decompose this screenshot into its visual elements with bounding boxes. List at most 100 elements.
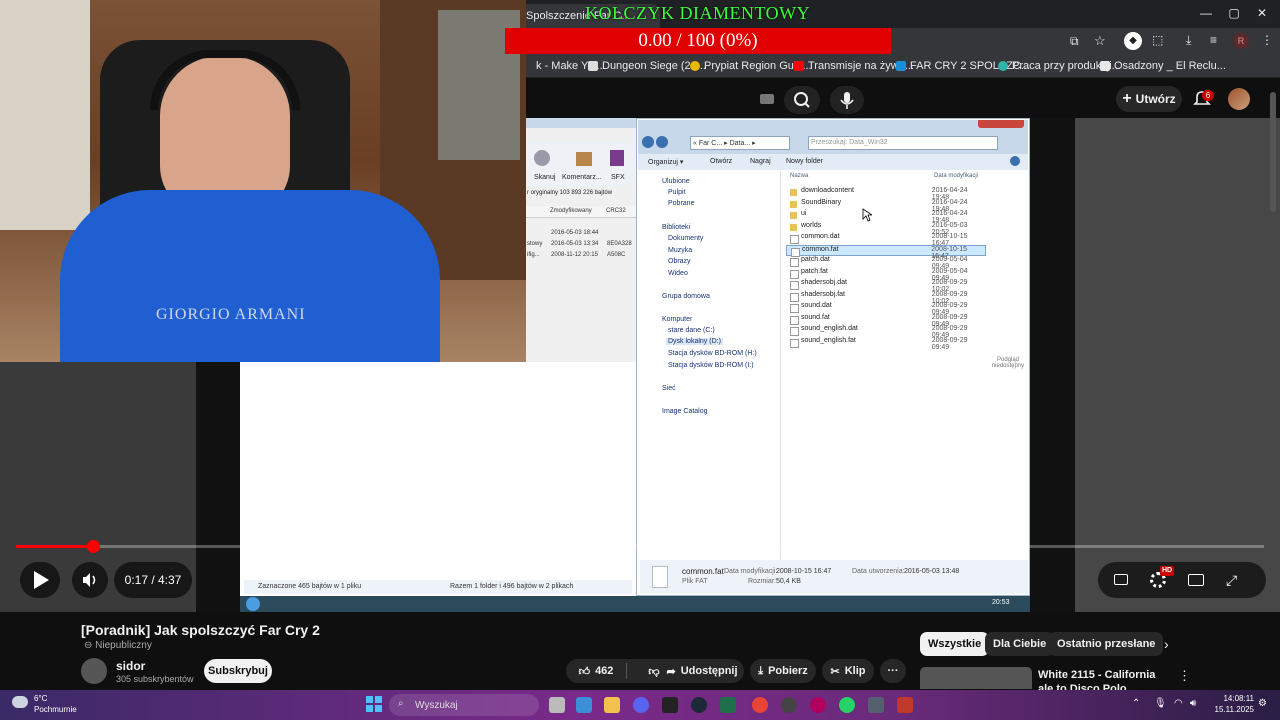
download-button[interactable]: ⤓ Pobierz: [750, 659, 816, 683]
winrar-icon[interactable]: [897, 697, 913, 713]
comment-button[interactable]: Komentarz...: [562, 174, 602, 181]
archive-row[interactable]: stowy 2016-05-03 13:34 8E0A328: [527, 241, 635, 247]
bookmark-item[interactable]: Osadzony _ El Reclu...: [1100, 60, 1226, 72]
file-row[interactable]: sound.dat 2008-09-29 09:49: [786, 302, 986, 316]
nav-item[interactable]: Komputer: [662, 316, 692, 323]
taskbar-clock[interactable]: 14:08:11: [1214, 694, 1254, 703]
app-icon[interactable]: [868, 697, 884, 713]
nav-item[interactable]: Pobrane: [668, 200, 694, 207]
clip-button[interactable]: ✂ Klip: [822, 659, 874, 683]
discord-icon[interactable]: [633, 697, 649, 713]
more-actions-button[interactable]: ···: [880, 659, 906, 683]
chip-all[interactable]: Wszystkie: [920, 632, 990, 656]
windows-start-icon[interactable]: [366, 696, 382, 712]
explorer-search-input[interactable]: Przeszukaj: Data_Win32: [808, 136, 998, 150]
page-scrollbar[interactable]: [1270, 92, 1276, 212]
epic-games-icon[interactable]: [662, 697, 678, 713]
file-row[interactable]: patch.dat 2009-05-04 09:49: [786, 256, 986, 270]
nav-item[interactable]: Sieć: [662, 385, 676, 392]
task-view-icon[interactable]: [549, 697, 565, 713]
volume-button[interactable]: [72, 562, 108, 598]
like-button[interactable]: 👍︎ 462: [566, 659, 626, 683]
search-button[interactable]: [784, 86, 820, 114]
nav-item[interactable]: Ulubione: [662, 178, 690, 185]
speaker-icon[interactable]: 🔊︎: [1190, 698, 1196, 709]
file-row[interactable]: downloadcontent 2016-04-24 19:48: [786, 187, 986, 201]
media-control-icon[interactable]: ≡: [1210, 33, 1217, 47]
file-row[interactable]: common.dat 2008-10-15 16:47: [786, 233, 986, 247]
back-icon[interactable]: [642, 136, 654, 148]
file-row[interactable]: SoundBinary 2016-04-24 19:48: [786, 199, 986, 213]
nav-item[interactable]: Stacja dysków BD-ROM (I:): [668, 362, 754, 369]
maximize-icon[interactable]: ▢: [1224, 6, 1244, 20]
progress-track[interactable]: [16, 545, 1264, 548]
chrome-icon[interactable]: [752, 697, 768, 713]
forward-icon[interactable]: [656, 136, 668, 148]
nav-item[interactable]: Wideo: [668, 270, 688, 277]
help-icon[interactable]: [1010, 156, 1020, 166]
nav-item[interactable]: Grupa domowa: [662, 293, 710, 300]
open-button[interactable]: Otwórz: [710, 158, 732, 165]
gaming-app-icon[interactable]: [720, 697, 736, 713]
progress-scrubber[interactable]: [86, 540, 100, 553]
keyboard-icon[interactable]: [760, 94, 774, 104]
file-row[interactable]: sound.fat 2008-09-29 09:49: [786, 314, 986, 328]
scan-button[interactable]: Skanuj: [534, 174, 555, 181]
microphone-tray-icon[interactable]: 🎙︎: [1154, 698, 1167, 709]
nav-item[interactable]: Obrazy: [668, 258, 691, 265]
nav-item[interactable]: Pulpit: [668, 189, 686, 196]
file-row[interactable]: worlds 2016-05-03 20:52: [786, 222, 986, 236]
file-row[interactable]: shadersobj.dat 2008-09-29 10:02: [786, 279, 986, 293]
minimize-icon[interactable]: —: [1196, 6, 1216, 20]
subscribe-button[interactable]: Subskrybuj: [204, 659, 272, 683]
wifi-icon[interactable]: ◠: [1174, 698, 1183, 709]
chip-recently-uploaded[interactable]: Ostatnio przesłane: [1049, 632, 1164, 656]
play-button[interactable]: [20, 562, 60, 598]
sfx-button[interactable]: SFX: [611, 174, 625, 181]
bookmark-star-icon[interactable]: ☆: [1094, 33, 1106, 49]
cast-icon[interactable]: ⧉: [1070, 34, 1079, 49]
create-button[interactable]: + Utwórz: [1116, 86, 1182, 112]
fullscreen-icon[interactable]: ⤢: [1226, 572, 1237, 589]
obs-icon[interactable]: [810, 697, 826, 713]
share-button[interactable]: ➦ Udostępnij: [660, 659, 744, 683]
archive-row[interactable]: ifig... 2008-11-12 20:15 A508C: [527, 252, 635, 258]
bookmark-item[interactable]: Dungeon Siege (20...: [588, 60, 706, 72]
extension-icon[interactable]: ◆: [1124, 32, 1142, 50]
widgets-icon[interactable]: [576, 697, 592, 713]
nav-item-selected[interactable]: Dysk lokalny (D:): [666, 338, 723, 345]
miniplayer-icon[interactable]: [1188, 574, 1204, 586]
extensions-puzzle-icon[interactable]: ⬚: [1152, 33, 1163, 47]
nav-item[interactable]: Dokumenty: [668, 235, 703, 242]
organize-button[interactable]: Organizuj ▾: [648, 158, 683, 166]
notification-center-icon[interactable]: ⚙︎: [1258, 698, 1267, 709]
taskbar-search[interactable]: ⌕ Wyszukaj: [389, 694, 539, 716]
file-row[interactable]: patch.fat 2009-05-04 09:49: [786, 268, 986, 282]
nav-item[interactable]: Stacja dysków BD-ROM (H:): [668, 350, 757, 357]
file-explorer-icon[interactable]: [604, 697, 620, 713]
subtitles-icon[interactable]: [1114, 574, 1128, 585]
explorer-address-bar[interactable]: « Far C... ▸ Data... ▸: [690, 136, 790, 150]
nav-item[interactable]: Muzyka: [668, 247, 692, 254]
file-row[interactable]: common.fat 2008-10-15 16:47: [786, 244, 986, 260]
close-icon[interactable]: ✕: [1252, 6, 1272, 20]
new-folder-button[interactable]: Nowy folder: [786, 158, 823, 165]
recommendation-title[interactable]: White 2115 - California ale to Disco Pol…: [1038, 668, 1166, 690]
nav-item[interactable]: Biblioteki: [662, 224, 690, 231]
burn-button[interactable]: Nagraj: [750, 158, 771, 165]
file-row[interactable]: ui 2016-04-24 19:48: [786, 210, 986, 224]
tray-chevron-icon[interactable]: ⌃: [1132, 698, 1140, 709]
steam-icon[interactable]: [691, 697, 707, 713]
explorer-close-icon[interactable]: [978, 120, 1024, 128]
file-row[interactable]: sound_english.dat 2008-09-29 09:49: [786, 325, 986, 339]
file-row[interactable]: shadersobj.fat 2008-09-29 10:02: [786, 291, 986, 305]
weather-condition[interactable]: Pochmurnie: [34, 705, 77, 714]
whatsapp-icon[interactable]: [839, 697, 855, 713]
weather-temperature[interactable]: 6°C: [34, 694, 47, 703]
nav-item[interactable]: Image Catalog: [662, 408, 708, 415]
profile-avatar[interactable]: R: [1233, 33, 1249, 49]
account-avatar[interactable]: [1228, 88, 1250, 110]
channel-avatar[interactable]: [81, 658, 107, 684]
app-icon[interactable]: [781, 697, 797, 713]
chevron-right-icon[interactable]: ›: [1164, 636, 1169, 652]
